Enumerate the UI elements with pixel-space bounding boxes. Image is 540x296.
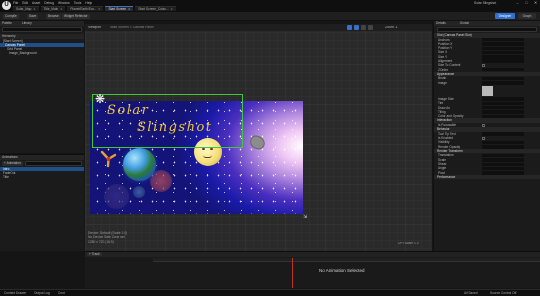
details-section-header[interactable]: Performance <box>434 174 540 180</box>
doc-tab-label: Title_Main <box>43 6 59 11</box>
timeline-ruler[interactable] <box>153 258 540 262</box>
property-label: Render Opacity <box>438 144 461 149</box>
animations-panel: Animations + Animation Intro FadeOut Title <box>0 154 84 251</box>
app-logo-icon[interactable]: U <box>2 1 11 10</box>
output-log-button[interactable]: Output Log <box>34 291 50 295</box>
animation-search-input[interactable] <box>24 161 82 166</box>
save-status: All Saved <box>464 291 478 295</box>
sun-mouth <box>203 155 212 158</box>
resize-handle-icon[interactable]: ⇲ <box>303 214 307 220</box>
close-tab-icon[interactable]: ✕ <box>128 7 130 12</box>
details-row: ZOrder <box>434 68 540 72</box>
timeline-toolbar <box>85 252 540 257</box>
anchor-handle-icon[interactable]: ❋ <box>95 93 105 105</box>
no-animation-message: No Animation Selected <box>319 268 365 273</box>
animation-list: Intro FadeOut Title <box>0 167 84 179</box>
status-bar <box>0 289 540 296</box>
palette-panel: Palette Library Hierarchy [Start Screen]… <box>0 21 84 153</box>
palette-search-input[interactable] <box>2 27 82 32</box>
dpi-scale[interactable]: DPI Scale 1.0 <box>398 242 419 245</box>
selection-outline <box>92 94 243 148</box>
hierarchy-tree: [Start Screen] Canvas Panel Grid Panel Imag… <box>0 39 84 55</box>
add-track-button[interactable]: + Track <box>87 252 102 256</box>
playhead[interactable] <box>292 258 293 288</box>
image-thumbnail[interactable] <box>482 85 493 96</box>
property-label: ZOrder <box>438 67 449 72</box>
resolution-info-line: 1280 x 720 (16:9) <box>88 239 114 244</box>
designer-mode-button[interactable]: Designer <box>495 13 515 19</box>
doc-tab[interactable]: Start Screen ✕ <box>105 6 134 12</box>
purple-planet-image[interactable] <box>104 184 129 209</box>
image-thumbnail-row <box>434 85 540 97</box>
property-checkbox[interactable] <box>482 136 485 140</box>
property-label: Color and Opacity <box>438 114 464 119</box>
property-label: Is Focusable <box>438 122 457 127</box>
details-row: Is Focusable <box>434 123 540 127</box>
doc-tab-label: Solar_Map <box>16 6 32 11</box>
pan-tool-icon[interactable] <box>347 25 352 30</box>
grid-snap-icon[interactable] <box>361 25 366 30</box>
close-tab-icon[interactable]: ✕ <box>171 7 173 12</box>
graph-mode-button[interactable]: Graph <box>518 13 536 19</box>
add-animation-button[interactable]: + Animation <box>2 161 23 166</box>
property-field[interactable] <box>482 171 524 175</box>
sun-eye-left <box>202 148 205 150</box>
viewport-tab[interactable]: Viewport <box>88 26 101 29</box>
property-field[interactable] <box>482 145 524 149</box>
breadcrumb: Start Screen > Canvas Panel <box>110 26 154 29</box>
device-preview-icon[interactable] <box>368 25 373 30</box>
maximize-icon[interactable]: □ <box>522 0 531 6</box>
compile-button[interactable]: Compile <box>3 14 19 19</box>
close-tab-icon[interactable]: ✕ <box>60 7 62 12</box>
global-tab[interactable]: Global <box>460 21 469 26</box>
property-checkbox[interactable] <box>482 63 485 67</box>
blue-moon-image[interactable] <box>133 186 145 198</box>
close-tab-icon[interactable]: ✕ <box>33 7 35 12</box>
animation-timeline: + Track <box>85 251 540 288</box>
close-icon[interactable]: ✕ <box>531 0 540 6</box>
details-tab[interactable]: Details <box>436 21 446 26</box>
doc-tab[interactable]: Solar_Map ✕ <box>13 6 39 11</box>
property-field[interactable] <box>482 114 524 119</box>
details-row: Render Opacity <box>434 145 540 149</box>
details-properties: Slot (Canvas Panel Slot) Anchors Position … <box>434 33 540 180</box>
property-label: Pivot <box>438 170 446 175</box>
doc-tab[interactable]: Title_Main ✕ <box>40 6 66 12</box>
doc-tab-label: Planet/Earth/Ear... <box>70 6 97 11</box>
doc-tab[interactable]: Start Screen_Cutsc... ✕ <box>135 6 176 12</box>
source-control-status[interactable]: Source Control Off <box>490 291 516 295</box>
content-drawer-button[interactable]: Content Drawer <box>4 291 26 295</box>
widget-reflector-button[interactable]: Widget Reflector <box>62 14 90 19</box>
earth-planet-image[interactable] <box>123 148 156 181</box>
palette-tab[interactable]: Palette <box>2 21 12 26</box>
browse-button[interactable]: Browse <box>46 14 61 19</box>
doc-tab-label: Start Screen <box>108 6 127 11</box>
details-row: Color and Opacity <box>434 114 540 118</box>
project-name: Solar Slingshot <box>474 1 497 5</box>
animation-row[interactable]: Title <box>0 175 84 179</box>
zoom-level: Zoom -1 <box>385 26 398 29</box>
sun-eye-right <box>210 148 213 150</box>
doc-tab-label: Start Screen_Cutsc... <box>138 6 169 11</box>
doc-tab[interactable]: Planet/Earth/Ear... ✕ <box>67 6 104 12</box>
save-button[interactable]: Save <box>27 14 39 19</box>
select-tool-icon[interactable] <box>354 25 359 30</box>
details-panel: Details Global Slot (Canvas Panel Slot) A… <box>433 21 540 251</box>
cmd-input[interactable]: Cmd <box>58 291 65 295</box>
viewport-info: Device: Default (Scale 1.0) No Device Sa… <box>88 231 127 244</box>
viewport-toolbar: Viewport Start Screen > Canvas Panel Zoo… <box>85 24 432 31</box>
details-search-input[interactable] <box>437 27 537 32</box>
library-tab[interactable]: Library <box>22 21 32 26</box>
hierarchy-row[interactable]: Image_Background <box>0 51 84 55</box>
property-checkbox[interactable] <box>482 123 485 127</box>
close-tab-icon[interactable]: ✕ <box>98 7 100 12</box>
slingshot-icon[interactable] <box>99 149 118 168</box>
details-row: Pivot <box>434 171 540 175</box>
property-field[interactable] <box>482 68 524 72</box>
minimize-icon[interactable]: – <box>513 0 522 6</box>
